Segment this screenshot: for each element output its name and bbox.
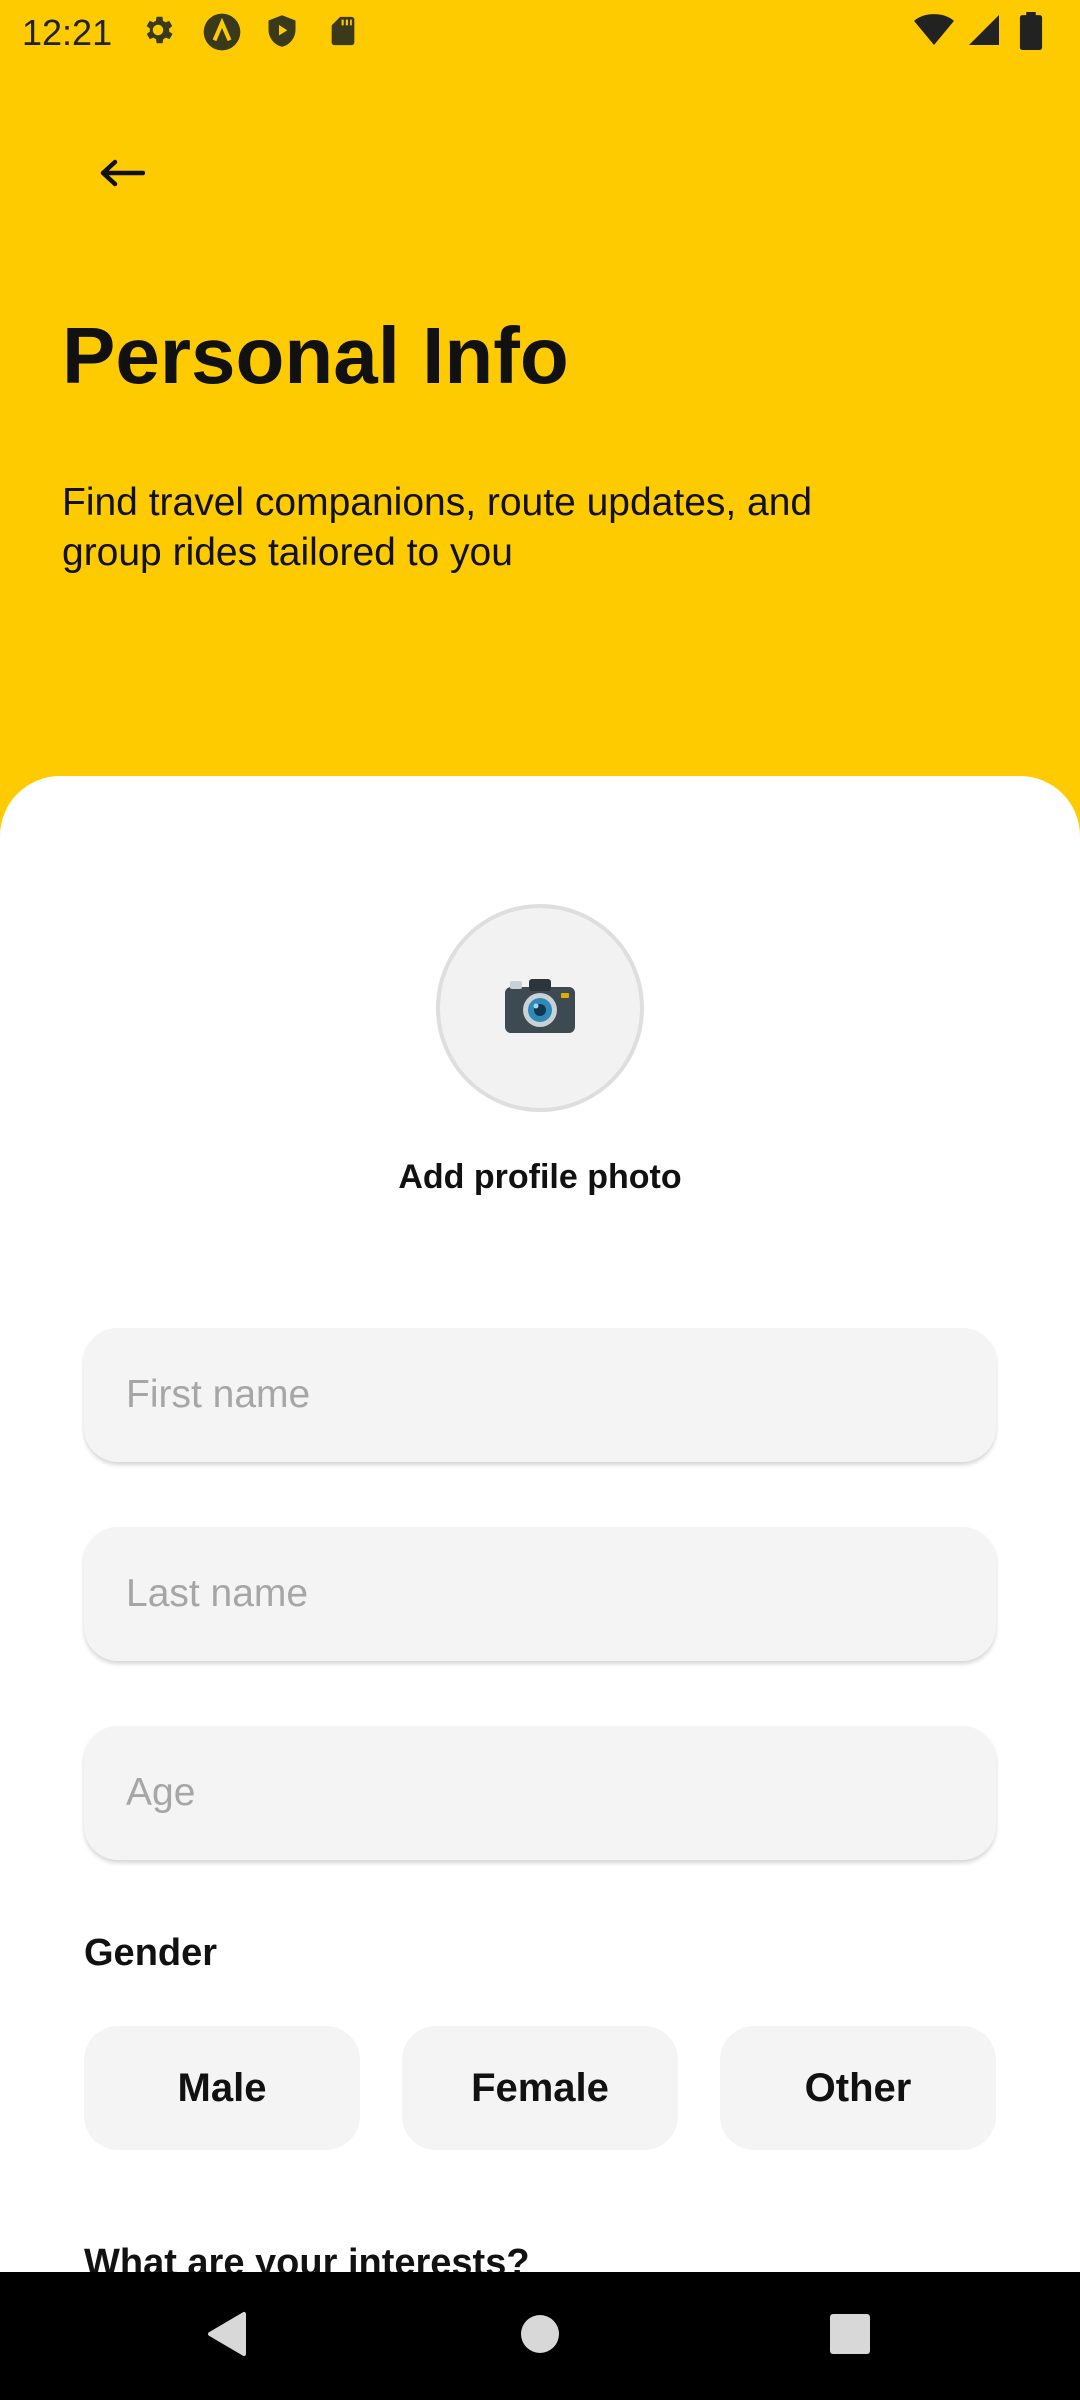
form-card: Add profile photo Gender Male Female Oth… xyxy=(0,776,1080,2272)
gender-female-button[interactable]: Female xyxy=(402,2026,678,2150)
home-circle-icon xyxy=(519,2313,561,2360)
last-name-field xyxy=(84,1527,996,1661)
gear-icon xyxy=(140,12,180,52)
status-bar: 12:21 xyxy=(0,0,1080,64)
nav-back-button[interactable] xyxy=(186,2300,266,2372)
status-icons-left xyxy=(140,12,366,52)
add-photo-button[interactable] xyxy=(436,904,644,1112)
first-name-field xyxy=(84,1328,996,1462)
page-subtitle: Find travel companions, route updates, a… xyxy=(62,481,813,574)
nav-home-button[interactable] xyxy=(500,2300,580,2372)
interests-label: What are your interests? xyxy=(84,2242,530,2272)
navigation-bar xyxy=(0,2272,1080,2400)
arrow-left-icon xyxy=(99,158,146,193)
shield-play-icon xyxy=(264,12,304,52)
battery-icon xyxy=(1018,12,1058,52)
gender-label: Gender xyxy=(84,1932,218,1974)
status-icons-right xyxy=(914,12,1058,52)
age-field xyxy=(84,1726,996,1860)
gender-male-button[interactable]: Male xyxy=(84,2026,360,2150)
first-name-input[interactable] xyxy=(84,1328,996,1462)
gender-other-button[interactable]: Other xyxy=(720,2026,996,2150)
camera-icon xyxy=(501,975,579,1042)
nav-recents-button[interactable] xyxy=(810,2300,890,2372)
page-title: Personal Info xyxy=(62,311,569,400)
status-time: 12:21 xyxy=(22,12,113,53)
a-badge-icon xyxy=(202,12,242,52)
recents-square-icon xyxy=(829,2313,871,2360)
last-name-input[interactable] xyxy=(84,1527,996,1661)
back-triangle-icon xyxy=(204,2310,248,2363)
wifi-icon xyxy=(914,12,954,52)
add-photo-label: Add profile photo xyxy=(398,1158,682,1196)
sd-card-icon xyxy=(326,12,366,52)
cellular-signal-icon xyxy=(966,12,1006,52)
back-button[interactable] xyxy=(82,140,162,210)
header: 12:21 Personal Info Find travel companio… xyxy=(0,0,1080,840)
age-input[interactable] xyxy=(84,1726,996,1860)
